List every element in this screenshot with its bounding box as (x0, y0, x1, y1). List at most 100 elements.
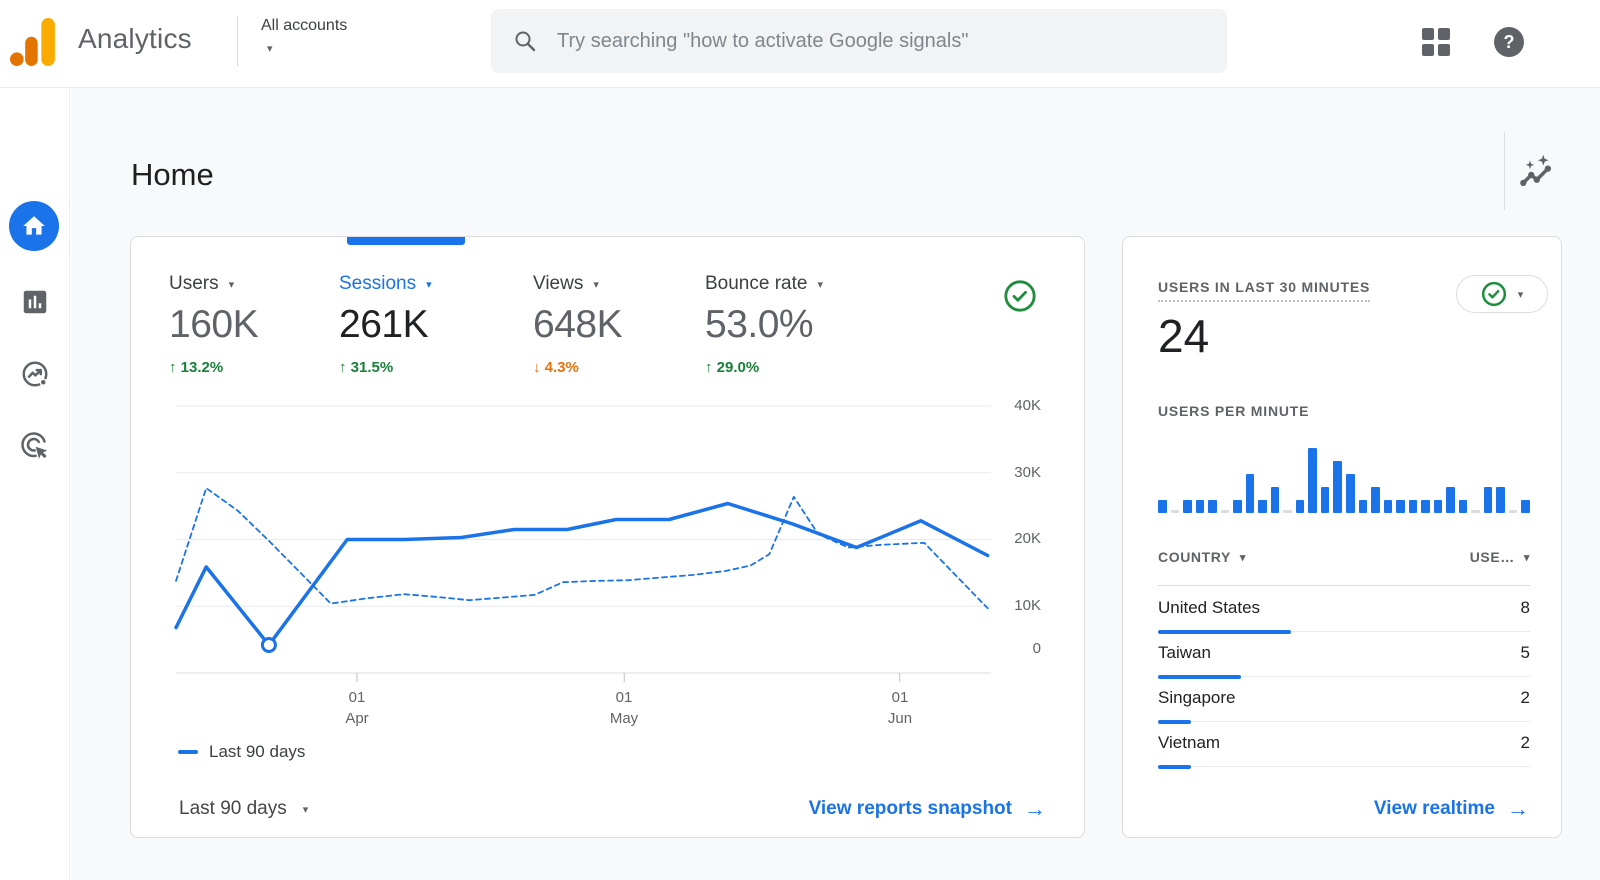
chevron-down-icon: ▾ (1523, 551, 1530, 564)
table-row[interactable]: Singapore 2 (1158, 677, 1530, 724)
sidebar-item-explore[interactable] (13, 352, 57, 396)
x-axis-tick: 01 May (609, 689, 639, 727)
metric-bounce-rate[interactable]: Bounce rate ▾ 53.0% ↑ 29.0% (705, 273, 823, 376)
sidebar-item-home[interactable] (9, 201, 59, 251)
y-axis-tick: 20K (1014, 530, 1041, 547)
legend-swatch (178, 750, 198, 754)
country-users: 5 (1520, 643, 1530, 662)
country-users: 2 (1520, 733, 1530, 752)
sidebar-item-reports[interactable] (13, 280, 57, 324)
users-column-header[interactable]: USE… ▾ (1470, 549, 1530, 565)
minute-bar (1333, 461, 1342, 513)
country-users: 2 (1520, 688, 1530, 707)
minute-bar (1220, 510, 1230, 513)
date-range-label: Last 90 days (179, 798, 287, 819)
minute-bar (1208, 500, 1217, 513)
y-axis-tick: 30K (1014, 464, 1041, 481)
delta-value: 13.2% (180, 359, 224, 376)
chevron-down-icon: ▾ (302, 803, 309, 816)
bar-chart-icon (23, 290, 47, 314)
country-column-header[interactable]: COUNTRY ▾ (1158, 549, 1246, 565)
metric-value: 160K (169, 303, 259, 346)
account-selector[interactable]: All accounts ▾ (261, 17, 347, 55)
search-bar[interactable] (491, 9, 1227, 73)
no-anomalies-check-icon[interactable] (1003, 279, 1037, 313)
insights-button[interactable] (1514, 149, 1558, 193)
search-input[interactable] (557, 29, 1205, 53)
minute-bar (1345, 474, 1355, 513)
delta-arrow-icon: ↑ (169, 359, 177, 376)
delta-value: 31.5% (350, 359, 394, 376)
y-axis-tick: 40K (1014, 397, 1041, 414)
table-row[interactable]: Taiwan 5 (1158, 632, 1530, 679)
logo-tall-bar (41, 18, 55, 66)
chevron-down-icon[interactable]: ▾ (229, 278, 235, 291)
users-last-30min-value: 24 (1158, 310, 1210, 362)
minute-bar (1458, 500, 1468, 513)
metric-label: Sessions (339, 273, 417, 294)
home-icon (23, 216, 45, 235)
view-reports-snapshot-link[interactable]: View reports snapshot → (809, 796, 1046, 822)
apps-grid-icon[interactable] (1422, 28, 1450, 56)
users-per-minute-label: USERS PER MINUTE (1158, 403, 1310, 419)
country-name: Vietnam (1158, 733, 1221, 752)
delta-arrow-icon: ↑ (705, 359, 713, 376)
y-axis-tick: 0 (1032, 640, 1041, 657)
arrow-right-icon: → (1024, 796, 1046, 821)
y-axis-tick: 10K (1014, 597, 1041, 614)
table-row[interactable]: United States 8 (1158, 587, 1530, 634)
minute-bar (1408, 500, 1418, 513)
chevron-down-icon: ▾ (267, 43, 273, 55)
view-realtime-link-row: View realtime → (1374, 787, 1529, 831)
metric-value: 53.0% (705, 303, 814, 346)
date-range-selector[interactable]: Last 90 days ▾ (179, 798, 308, 820)
metric-sessions[interactable]: Sessions ▾ 261K ↑ 31.5% (339, 273, 432, 376)
minute-bar (1483, 487, 1493, 513)
arrow-right-icon: → (1507, 796, 1529, 821)
google-analytics-logo[interactable] (10, 18, 56, 71)
metric-label: Views (533, 273, 584, 294)
minute-bar (1358, 500, 1368, 513)
chevron-down-icon[interactable]: ▾ (817, 278, 823, 291)
sidebar-item-advertising[interactable] (13, 424, 57, 468)
sessions-trend-plot[interactable] (174, 405, 991, 682)
left-nav-sidebar (0, 88, 70, 880)
delta-value: 29.0% (716, 359, 760, 376)
realtime-title: USERS IN LAST 30 MINUTES (1158, 279, 1371, 302)
minute-bar (1521, 500, 1530, 513)
x-axis-tick: 01 Apr (345, 689, 369, 727)
page-title: Home (131, 157, 214, 192)
metric-views[interactable]: Views ▾ 648K ↓ 4.3% (533, 273, 623, 376)
minute-bar (1245, 474, 1255, 513)
minute-bar (1258, 500, 1267, 513)
metric-label: Users (169, 273, 219, 294)
metric-label: Bounce rate (705, 273, 808, 294)
header-divider (237, 16, 238, 66)
minute-bar (1158, 500, 1167, 513)
data-point-marker (260, 636, 277, 653)
table-header-divider (1158, 585, 1530, 586)
realtime-status-dropdown[interactable]: ▾ (1456, 275, 1548, 313)
series-previous (175, 487, 989, 610)
country-name: Taiwan (1158, 643, 1211, 662)
explore-icon (22, 361, 48, 387)
help-glyph: ? (1503, 31, 1515, 52)
chevron-down-icon[interactable]: ▾ (593, 278, 599, 291)
app-header: Analytics All accounts ▾ ? (0, 0, 1600, 88)
overview-card-footer: Last 90 days ▾ View reports snapshot → (179, 787, 1046, 831)
legend-label: Last 90 days (209, 742, 306, 761)
table-row[interactable]: Vietnam 2 (1158, 722, 1530, 769)
chevron-down-icon[interactable]: ▾ (426, 278, 432, 291)
insights-divider (1504, 132, 1505, 210)
realtime-card: USERS IN LAST 30 MINUTES ▾ 24 USERS PER … (1122, 236, 1562, 838)
help-icon[interactable]: ? (1494, 27, 1524, 57)
overview-card: Users ▾ 160K ↑ 13.2% Sessions ▾ 261K ↑ 31.… (130, 236, 1085, 838)
country-users: 8 (1520, 598, 1530, 617)
selected-metric-indicator (347, 237, 465, 245)
minute-bar (1433, 500, 1443, 513)
minute-bar (1170, 510, 1180, 513)
metric-users[interactable]: Users ▾ 160K ↑ 13.2% (169, 273, 259, 376)
view-realtime-link[interactable]: View realtime → (1374, 796, 1529, 822)
minute-bar (1195, 500, 1205, 513)
minute-bar (1233, 500, 1242, 513)
